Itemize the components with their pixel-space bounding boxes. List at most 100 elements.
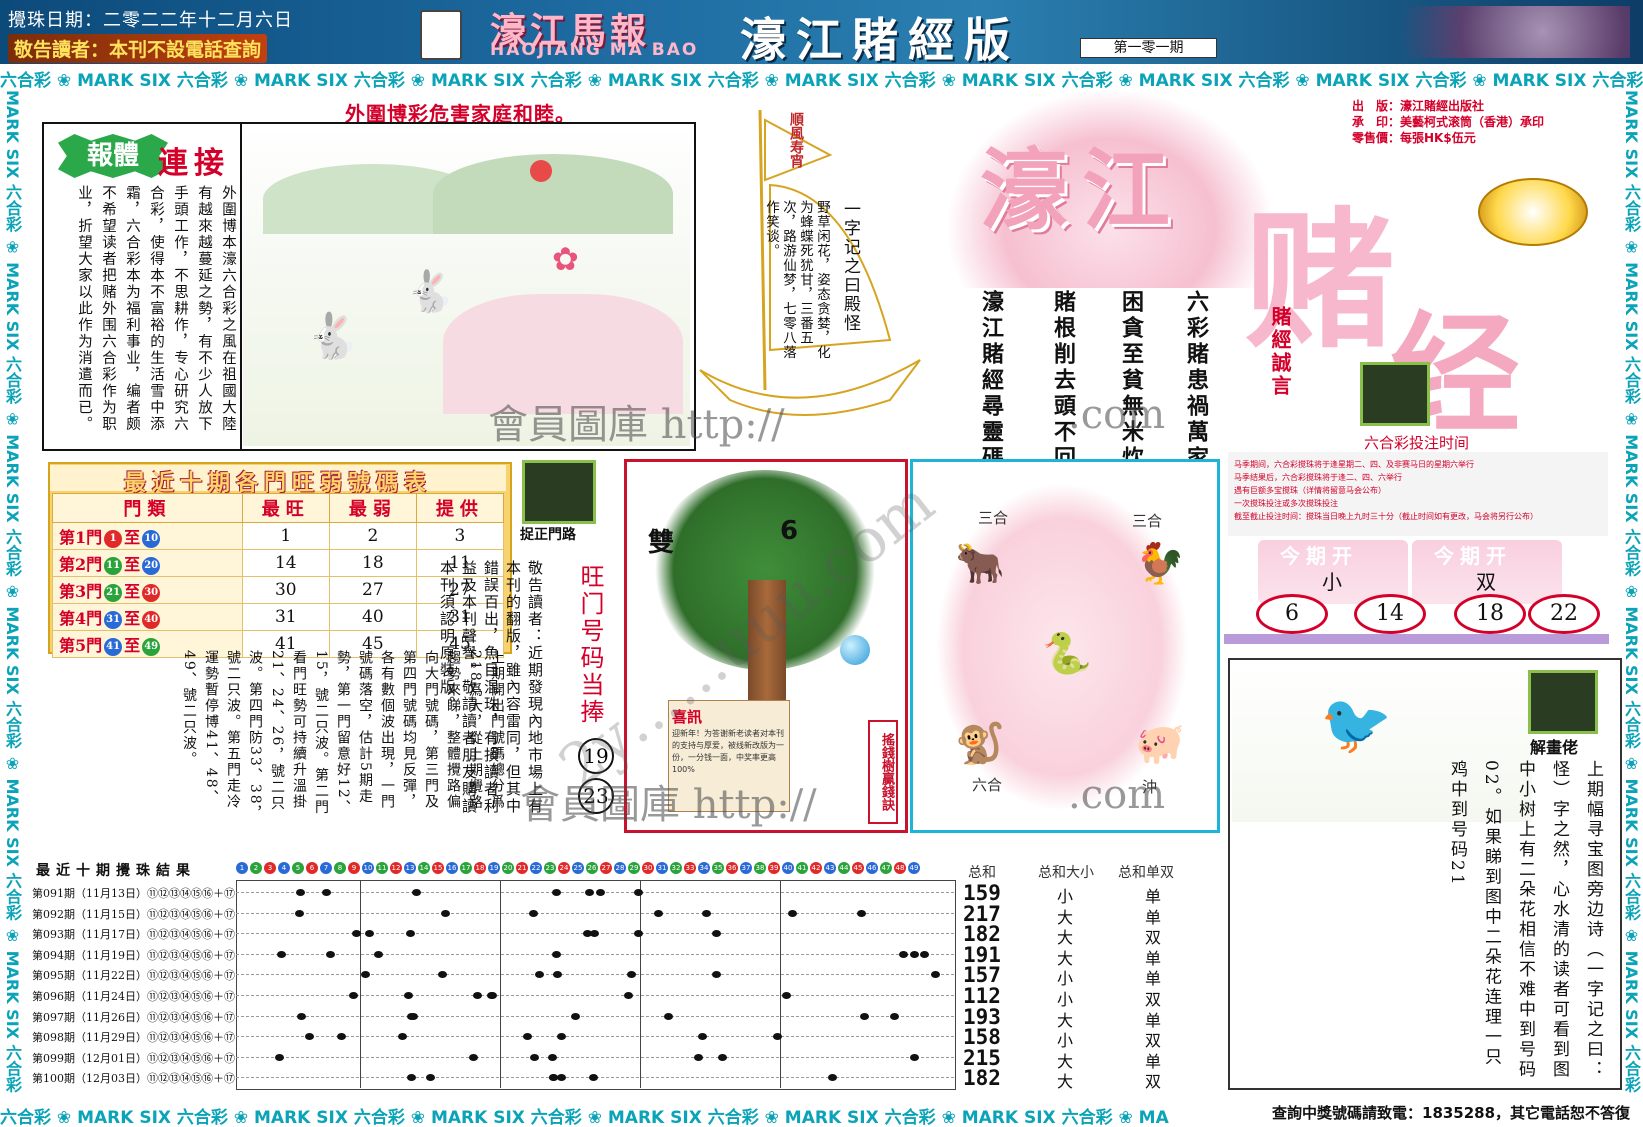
- news-text: 迎新年！为答谢新老读者对本刊的支持与厚爱，被线新改版为一份，一分钱一面，中奖率更…: [672, 729, 784, 774]
- number-ball-icon: 30: [642, 862, 654, 874]
- story-label-title: 連接: [158, 146, 230, 181]
- issue-number: 第一零一期: [1080, 38, 1217, 58]
- story-label-badge: 報體: [58, 134, 168, 178]
- door-name: 第3門: [59, 582, 103, 601]
- zodiac-relation-label: 三合: [978, 509, 1009, 527]
- number-ball-icon: 32: [670, 862, 682, 874]
- publisher-line: 出 版：濠江賭經出版社: [1352, 99, 1485, 113]
- number-ball-icon: 1: [236, 862, 248, 874]
- motto-line: 六彩賭患禍萬家: [1183, 290, 1209, 472]
- drawn-number-dot: [349, 992, 358, 999]
- period-number: 6: [1256, 594, 1328, 634]
- number-ball-icon: 28: [614, 862, 626, 874]
- hand-icon: [522, 460, 596, 524]
- drawn-number-dot: [441, 909, 450, 917]
- bet-time-title: 六合彩投注时间: [1364, 434, 1470, 452]
- drawn-number-dot: [487, 992, 496, 999]
- number-ball-icon: 27: [600, 862, 612, 874]
- drawn-number-dot: [374, 950, 383, 958]
- number-header-strip: 1 2 3 4 5 6 7 8 9 10 11 12 13 14 15 16 17 18 19 20 21 22 23 24 2…: [236, 862, 954, 876]
- column-header: 最弱: [328, 493, 417, 523]
- period-value-size: 小: [1322, 570, 1342, 594]
- price-line: 零售價：每張HK$伍元: [1352, 131, 1476, 145]
- rooster-icon: 🐓: [1135, 541, 1185, 587]
- cell-provide: 3: [415, 522, 505, 550]
- number-ball-icon: 12: [390, 862, 402, 874]
- period-number: 14: [1354, 594, 1426, 634]
- number-ball-icon: 47: [880, 862, 892, 874]
- drawn-number-dot: [910, 950, 919, 958]
- door-name: 第4門: [59, 609, 103, 628]
- number-ball-icon: 6: [306, 862, 318, 874]
- drawn-number-dot: [857, 909, 866, 917]
- drawn-number-dot: [788, 909, 797, 917]
- trend-odd-even: 双: [1145, 1072, 1162, 1092]
- period-title: 今期开: [1280, 544, 1358, 568]
- cell-max: 14: [241, 549, 330, 577]
- number-ball-icon: 23: [544, 862, 556, 874]
- sun-icon: [530, 160, 552, 182]
- draw-date: 攪珠日期：二零二二年十二月六日: [8, 10, 293, 31]
- range-start-ball: 1: [104, 529, 123, 548]
- number-ball-icon: 46: [866, 862, 878, 874]
- grid-line: [236, 912, 954, 915]
- range-start-ball: 11: [104, 556, 123, 575]
- drawn-number-dot: [552, 950, 561, 958]
- period-title: 今期开: [1434, 544, 1512, 568]
- trend-row-label: 第098期（11月29日）⑪⑫⑬⑭⑮⑯＋⑰: [32, 1031, 235, 1045]
- tree-label: 雙: [648, 528, 675, 558]
- watermark: .com: [1068, 772, 1166, 818]
- range-end-ball: 30: [142, 583, 161, 602]
- grid-line: [236, 1015, 954, 1018]
- number-ball-icon: 41: [796, 862, 808, 874]
- number-ball-icon: 4: [278, 862, 290, 874]
- number-ball-icon: 29: [628, 862, 640, 874]
- number-ball-icon: 35: [712, 862, 724, 874]
- drawn-number-dot: [322, 889, 331, 896]
- cell-min: 40: [328, 603, 417, 631]
- drawn-number-dot: [296, 889, 305, 896]
- range-separator: 至: [124, 555, 141, 574]
- bet-time-item: 截至截止投注时间：搅珠当日晚上九时三十分（截止时间如有更改，马会将另行公布）: [1234, 512, 1538, 521]
- drawn-number-dot: [634, 889, 643, 896]
- motto-line: 濠江賭經尋靈碼: [978, 290, 1004, 472]
- rabbit-icon: 🐇: [305, 311, 360, 362]
- grid-line: [236, 974, 954, 976]
- door-name: 第2門: [59, 555, 103, 574]
- number-ball-icon: 45: [852, 862, 864, 874]
- drawn-number-dot: [654, 909, 663, 917]
- logo-text: 濠江: [980, 138, 1185, 242]
- watermark: .com: [1068, 392, 1166, 438]
- number-ball-icon: 44: [838, 862, 850, 874]
- number-ball-icon: 24: [558, 862, 570, 874]
- header-decoration: [1340, 6, 1630, 58]
- left-decor-strip: MARK SIX 六合彩 ❀ MARK SIX 六合彩 ❀ MARK SIX 六…: [3, 90, 22, 1100]
- door-name: 第5門: [59, 636, 103, 655]
- period-number: 18: [1454, 594, 1526, 634]
- zodiac-relation-label: 六合: [972, 776, 1003, 794]
- drawn-number-dot: [899, 950, 908, 958]
- drawn-number-dot: [469, 1053, 478, 1061]
- drawn-number-dot: [277, 950, 286, 958]
- period-value-parity: 双: [1476, 570, 1496, 594]
- hill: [433, 154, 673, 234]
- column-header: 总和: [968, 865, 996, 881]
- lottery-balls-icon: [1478, 178, 1588, 246]
- sail-flag-text: 順風寿宵: [788, 112, 804, 168]
- number-ball-icon: 49: [908, 862, 920, 874]
- bet-time-item: 马季期间，六合彩搅珠将于逢星期二、四、及非赛马日的星期六举行: [1234, 460, 1474, 469]
- ball-icon: [840, 635, 870, 665]
- strength-table-title: 最近十期各門旺弱號碼表: [50, 465, 506, 496]
- divider: [1224, 634, 1609, 644]
- number-ball-icon: 8: [334, 862, 346, 874]
- drawn-number-dot: [571, 1012, 580, 1020]
- rabbit-icon: 🐇: [405, 269, 455, 315]
- drawn-number-dot: [404, 992, 413, 999]
- number-ball-icon: 16: [446, 862, 458, 874]
- poem-text: 野草闲花，姿态贪婪，化为蜂蝶死犹甘，三番五次，路游仙梦，七零八落作笑谈。: [763, 200, 830, 360]
- reader-notice-banner: 敬告讀者：本刊不設電話查詢: [8, 34, 268, 63]
- explain-label: 解畫佬: [1530, 738, 1579, 757]
- column-header: 总和大小: [1038, 865, 1094, 881]
- number-ball-icon: 20: [502, 862, 514, 874]
- drawn-number-dot: [702, 909, 711, 917]
